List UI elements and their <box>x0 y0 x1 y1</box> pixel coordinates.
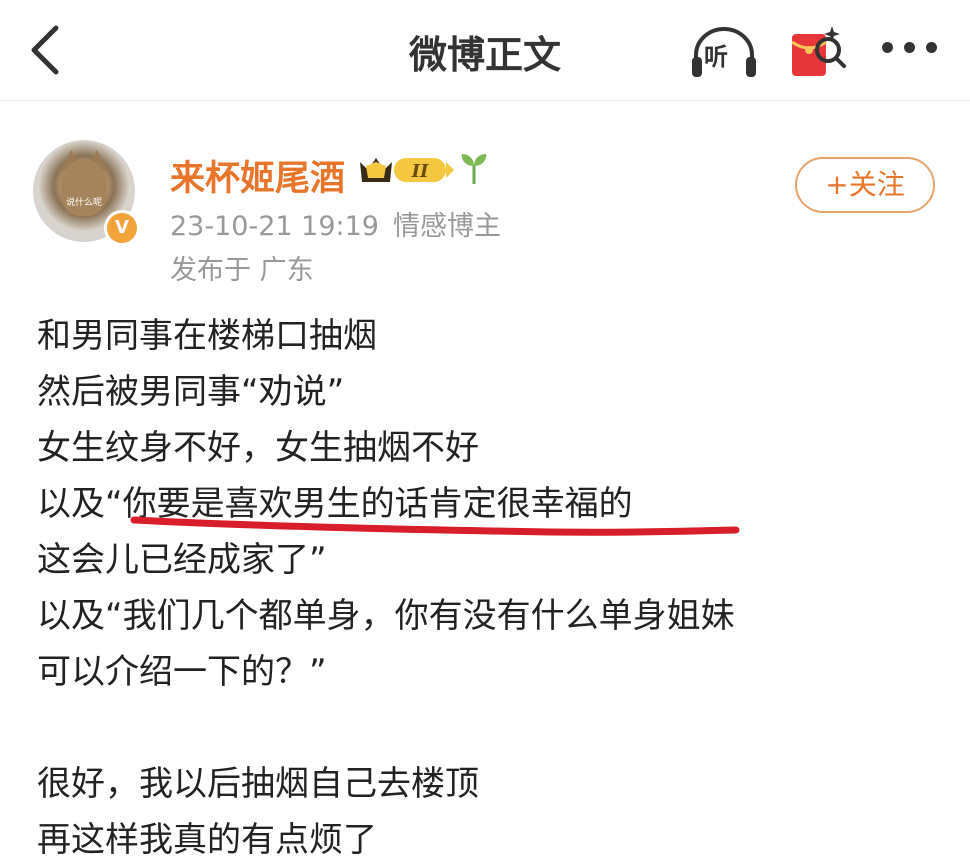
post-line: 女生纹身不好，女生抽烟不好 <box>37 428 479 468</box>
red-packet-icon[interactable] <box>788 20 848 80</box>
listen-button[interactable]: 听 <box>690 23 758 81</box>
vip-crown-icon[interactable]: II <box>358 152 456 186</box>
post-line: 和男同事在楼梯口抽烟 <box>37 316 377 356</box>
post-content: 和男同事在楼梯口抽烟 然后被男同事“劝说” 女生纹身不好，女生抽烟不好 以及“你… <box>37 308 937 868</box>
listen-label: 听 <box>704 43 728 71</box>
top-navigation-bar: 微博正文 听 <box>0 0 970 101</box>
sprout-icon <box>458 150 490 186</box>
verified-icon: V <box>104 210 140 246</box>
follow-button[interactable]: +关注 <box>795 157 935 213</box>
post-line: 可以介绍一下的？” <box>37 652 327 692</box>
post-time: 23-10-21 19:19 <box>170 211 379 242</box>
vip-level: II <box>411 161 429 182</box>
avatar-caption: 说什么呢 <box>65 198 102 208</box>
post-line: 很好，我以后抽烟自己去楼顶 <box>37 764 479 804</box>
back-arrow-icon[interactable] <box>22 22 72 78</box>
post-line: 然后被男同事“劝说” <box>37 372 345 412</box>
post-line: 以及“我们几个都单身，你有没有什么单身姐妹 <box>37 596 735 636</box>
page-title: 微博正文 <box>408 33 561 77</box>
post-line: 再这样我真的有点烦了 <box>37 820 377 860</box>
more-options-icon[interactable] <box>880 38 940 60</box>
post-meta: 23-10-21 19:19 情感博主 <box>170 204 515 243</box>
post-line: 这会儿已经成家了” <box>37 540 327 580</box>
post-location: 发布于 广东 <box>170 255 314 286</box>
author-category: 情感博主 <box>392 211 501 242</box>
author-name[interactable]: 来杯姬尾酒 <box>170 150 345 201</box>
red-underline-annotation <box>130 516 740 536</box>
